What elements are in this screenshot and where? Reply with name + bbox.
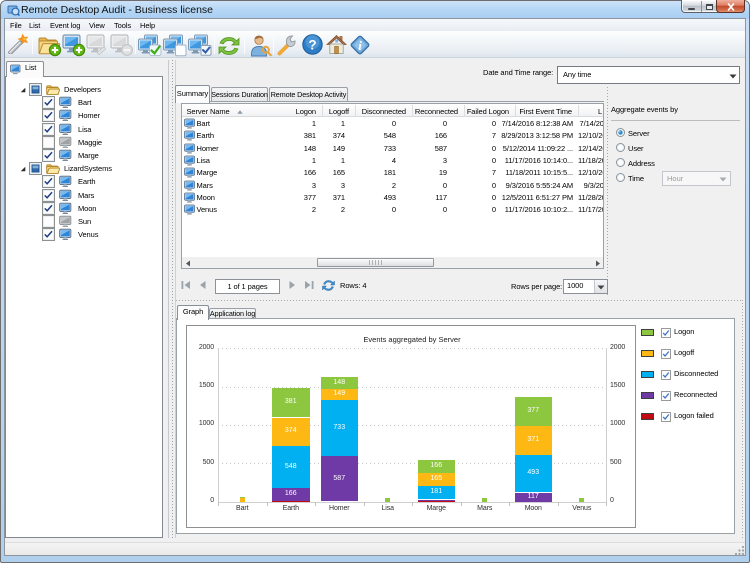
svg-text:?: ? [308,38,316,53]
svg-text:i: i [358,38,362,53]
